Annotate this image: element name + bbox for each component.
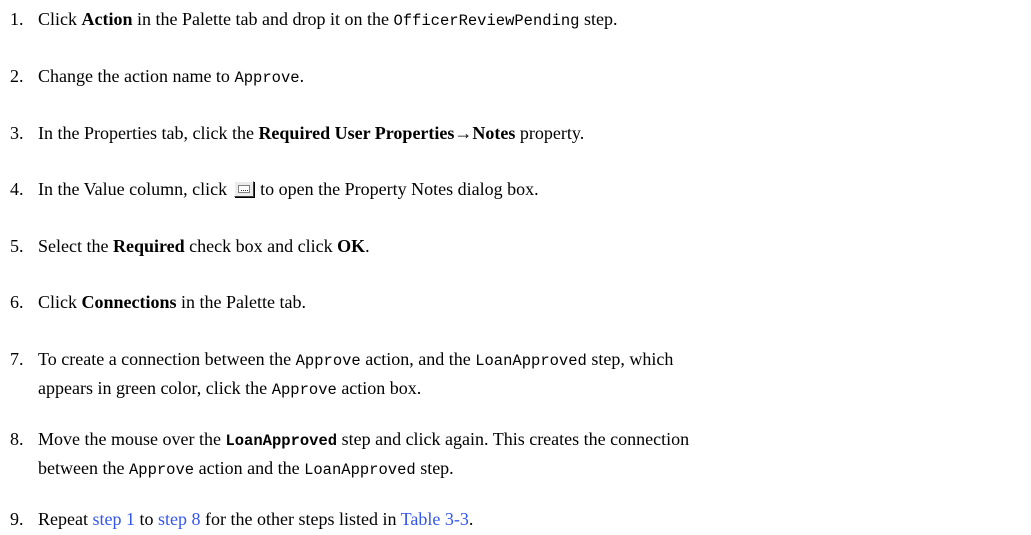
step-number: 7.: [10, 349, 24, 369]
step-text: Select the Required check box and click …: [38, 233, 1023, 260]
arrow-glyph: →: [454, 123, 473, 143]
text-run: between the: [38, 458, 129, 478]
step-number: 5.: [10, 236, 24, 256]
text-run: in the Palette tab.: [176, 292, 306, 312]
text-run: step and click again. This creates the c…: [337, 429, 690, 449]
step-text: In the Properties tab, click the Require…: [38, 120, 1023, 147]
text-run: .: [468, 509, 474, 529]
text-run: for the other steps listed in: [200, 509, 401, 529]
link-table-3-3[interactable]: Table 3-3: [401, 509, 469, 529]
text-run: property.: [515, 123, 585, 143]
text-run: action, and the: [360, 349, 476, 369]
text-run: step.: [415, 458, 454, 478]
code-loan-approved: LoanApproved: [304, 461, 416, 479]
code-approve: Approve: [234, 69, 300, 87]
step-number: 6.: [10, 292, 24, 312]
code-loan-approved: LoanApproved: [475, 352, 587, 370]
step-number: 4.: [10, 179, 24, 199]
step-number: 3.: [10, 123, 24, 143]
text-run: action box.: [336, 378, 422, 398]
text-run: To create a connection between the: [38, 349, 296, 369]
ellipsis-button-icon: [233, 181, 254, 197]
text-run: action and the: [194, 458, 305, 478]
code-loan-approved: LoanApproved: [225, 432, 338, 450]
step-text: Click Connections in the Palette tab.: [38, 289, 1023, 316]
ui-term-connections: Connections: [81, 292, 177, 312]
text-run: in the Palette tab and drop it on the: [132, 9, 394, 29]
text-run: to open the Property Notes dialog box.: [255, 179, 539, 199]
ui-term-required-user-properties: Required User Properties: [258, 123, 455, 143]
step-text: Repeat step 1 to step 8 for the other st…: [38, 506, 1023, 533]
text-run: step, which: [586, 349, 674, 369]
text-run: to: [134, 509, 158, 529]
code-approve: Approve: [271, 381, 337, 399]
text-run: Change the action name to: [38, 66, 235, 86]
step-text: Change the action name to Approve.: [38, 63, 1023, 92]
text-run: Repeat: [38, 509, 93, 529]
ui-term-action: Action: [81, 9, 133, 29]
text-run: In the Properties tab, click the: [38, 123, 259, 143]
step-number: 2.: [10, 66, 24, 86]
code-officer-review-pending: OfficerReviewPending: [393, 12, 580, 30]
text-run: Move the mouse over the: [38, 429, 226, 449]
step-text: Move the mouse over the LoanApproved ste…: [38, 426, 1023, 484]
code-approve: Approve: [295, 352, 361, 370]
text-run: check box and click: [184, 236, 338, 256]
link-step-1[interactable]: step 1: [92, 509, 135, 529]
step-text: Click Action in the Palette tab and drop…: [38, 6, 1023, 35]
ui-term-required: Required: [112, 236, 185, 256]
text-run: appears in green color, click the: [38, 378, 272, 398]
ui-term-ok: OK: [337, 236, 366, 256]
step-text: In the Value column, click to open the P…: [38, 176, 1023, 203]
step-number: 1.: [10, 9, 24, 29]
text-run: Click: [38, 292, 82, 312]
step-number: 8.: [10, 429, 24, 449]
text-run: Select the: [38, 236, 113, 256]
text-run: .: [299, 66, 305, 86]
ui-term-notes: Notes: [472, 123, 516, 143]
text-run: Click: [38, 9, 82, 29]
text-run: In the Value column, click: [38, 179, 232, 199]
link-step-8[interactable]: step 8: [158, 509, 201, 529]
text-run: step.: [579, 9, 618, 29]
text-run: .: [365, 236, 370, 256]
step-text: To create a connection between the Appro…: [38, 346, 1023, 404]
step-number: 9.: [10, 509, 24, 529]
code-approve: Approve: [128, 461, 195, 479]
